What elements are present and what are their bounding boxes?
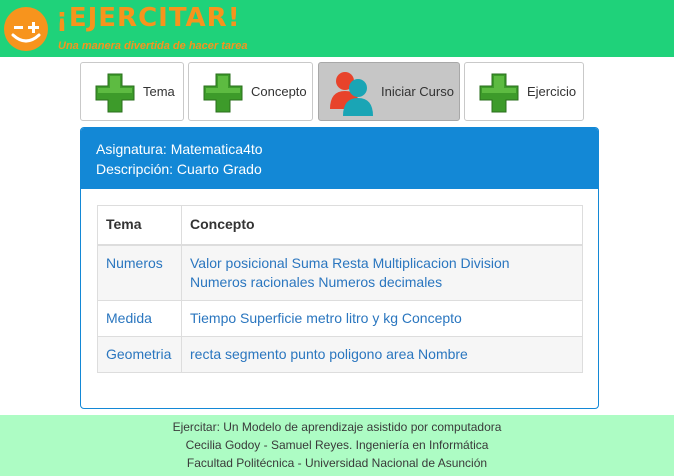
concepto-link[interactable]: Valor posicional Suma Resta Multiplicaci… — [190, 255, 510, 271]
course-panel: Asignatura: Matematica4to Descripción: C… — [80, 127, 599, 409]
smiley-face-icon — [4, 7, 48, 51]
tema-cell: Geometria — [97, 336, 182, 373]
concepto-label: Concepto — [251, 84, 307, 99]
concepto-link[interactable]: Tiempo Superficie metro litro y kg Conce… — [190, 310, 462, 326]
concepto-cell: Valor posicional Suma Resta Multiplicaci… — [181, 244, 583, 301]
concepto-link[interactable]: Numeros racionales Numeros decimales — [190, 274, 442, 290]
tema-link[interactable]: Geometria — [106, 346, 171, 362]
descripcion-text: Descripción: Cuarto Grado — [96, 161, 262, 177]
table-row: Geometria recta segmento punto poligono … — [97, 336, 583, 373]
tema-button[interactable]: Tema — [80, 62, 184, 121]
iniciar-curso-button[interactable]: Iniciar Curso — [318, 62, 460, 121]
logo-title[interactable]: ¡EJERCITAR! — [56, 1, 241, 35]
logo-tagline: Una manera divertida de hacer tarea — [58, 40, 248, 52]
plus-icon — [201, 71, 245, 115]
tema-cell: Medida — [97, 300, 182, 337]
column-header-concepto: Concepto — [181, 205, 583, 246]
tema-link[interactable]: Numeros — [106, 255, 163, 271]
asignatura-text: Asignatura: Matematica4to — [96, 141, 263, 157]
iniciar-curso-label: Iniciar Curso — [381, 84, 454, 99]
table-header-row: Tema Concepto — [97, 205, 583, 246]
plus-icon — [93, 71, 137, 115]
tema-link[interactable]: Medida — [106, 310, 152, 326]
table-row: Medida Tiempo Superficie metro litro y k… — [97, 300, 583, 337]
tema-label: Tema — [143, 84, 175, 99]
footer-line-2: Cecilia Godoy - Samuel Reyes. Ingeniería… — [185, 438, 489, 452]
plus-icon — [477, 71, 521, 115]
footer: Ejercitar: Un Modelo de aprendizaje asis… — [0, 415, 674, 476]
tema-cell: Numeros — [97, 244, 182, 301]
topics-table: Tema Concepto Numeros Valor posicional S… — [97, 205, 583, 373]
header-bar: ¡EJERCITAR! Una manera divertida de hace… — [0, 0, 674, 57]
panel-heading: Asignatura: Matematica4to Descripción: C… — [81, 128, 598, 189]
users-icon — [327, 69, 377, 117]
concepto-cell: Tiempo Superficie metro litro y kg Conce… — [181, 300, 583, 337]
ejercicio-label: Ejercicio — [527, 84, 577, 99]
ejercicio-button[interactable]: Ejercicio — [464, 62, 584, 121]
column-header-tema: Tema — [97, 205, 182, 246]
footer-line-1: Ejercitar: Un Modelo de aprendizaje asis… — [172, 420, 502, 434]
table-row: Numeros Valor posicional Suma Resta Mult… — [97, 244, 583, 301]
footer-line-3: Facultad Politécnica - Universidad Nacio… — [186, 456, 488, 470]
concepto-link[interactable]: recta segmento punto poligono area Nombr… — [190, 346, 468, 362]
concepto-button[interactable]: Concepto — [188, 62, 313, 121]
concepto-cell: recta segmento punto poligono area Nombr… — [181, 336, 583, 373]
